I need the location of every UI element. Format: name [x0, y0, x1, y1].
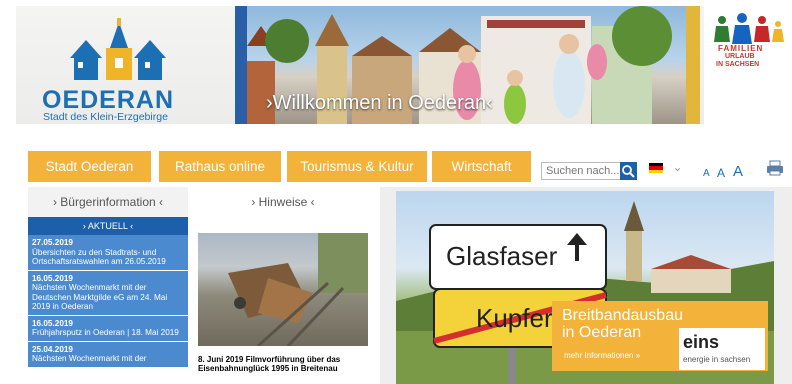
family-logo-line2: URLAUB [725, 53, 755, 60]
sign-kupfer: Kupfer [476, 303, 553, 333]
buergerinformation-column: › Bürgerinformation ‹ › AKTUELL ‹ 27.05.… [28, 187, 188, 384]
nav-rathaus-online[interactable]: Rathaus online [159, 151, 281, 182]
train-accident-photo[interactable] [198, 233, 368, 346]
font-size-medium-button[interactable]: A [717, 166, 725, 180]
header-stripe [235, 6, 247, 124]
arrow-up-icon [567, 233, 587, 261]
font-size-large-button[interactable]: A [733, 163, 743, 180]
news-list: 27.05.2019 Übersichten zu den Stadtrats-… [28, 235, 188, 368]
german-flag-icon[interactable] [649, 163, 663, 173]
more-info-link[interactable]: mehr Informationen » [564, 351, 640, 360]
hinweise-caption[interactable]: 8. Juni 2019 Filmvorführung über das Eis… [198, 355, 373, 373]
nav-stadt-oederan[interactable]: Stadt Oederan [28, 151, 151, 182]
breitband-title-line2: in Oederan [562, 324, 642, 341]
header-stripe-yellow [686, 6, 700, 124]
eins-logo-text: eins [683, 332, 720, 352]
news-text: Nächsten Wochenmarkt mit der Deutschen M… [32, 283, 168, 311]
news-text: Frühjahrsputz in Oederan | 18. Mai 2019 [32, 328, 179, 337]
news-date: 25.04.2019 [32, 344, 73, 354]
search-icon [622, 165, 635, 178]
list-item[interactable]: 27.05.2019 Übersichten zu den Stadtrats-… [28, 235, 188, 271]
news-date: 16.05.2019 [32, 318, 73, 328]
nav-wirtschaft[interactable]: Wirtschaft [432, 151, 531, 182]
list-item[interactable]: 16.05.2019 Nächsten Wochenmarkt mit der … [28, 270, 188, 316]
print-icon[interactable] [766, 160, 784, 176]
family-figures-icon [714, 13, 784, 44]
news-text: Nächsten Wochenmarkt mit der [32, 354, 147, 363]
town-subtitle: Stadt des Klein-Erzgebirge [43, 111, 168, 123]
site-header: OEDERAN Stadt des Klein-Erzgebirge ›Will… [16, 6, 792, 124]
news-date: 27.05.2019 [32, 238, 73, 247]
family-logo-line1: FAMILIEN [718, 44, 764, 53]
sign-glasfaser: Glasfaser [446, 241, 558, 271]
oederan-logo[interactable]: OEDERAN Stadt des Klein-Erzgebirge [38, 18, 208, 123]
welcome-heading: ›Willkommen in Oederan‹ [266, 92, 493, 114]
castle-icon [70, 18, 166, 80]
nav-tourismus-kultur[interactable]: Tourismus & Kultur [287, 151, 427, 182]
font-size-small-button[interactable]: A [703, 168, 710, 179]
tab-buergerinformation[interactable]: › Bürgerinformation ‹ [28, 187, 188, 217]
aktuell-header: › AKTUELL ‹ [28, 217, 188, 235]
news-date: 16.05.2019 [32, 273, 73, 283]
eins-logo-subtitle: energie in sachsen [683, 355, 751, 364]
family-logo-line3: IN SACHSEN [716, 61, 760, 68]
tab-hinweise[interactable]: › Hinweise ‹ [188, 187, 378, 217]
search-button[interactable] [620, 162, 637, 180]
list-item[interactable]: 25.04.2019 Nächsten Wochenmarkt mit der [28, 341, 188, 368]
breitband-title-line1: Breitbandausbau [562, 307, 683, 324]
familienurlaub-logo[interactable]: FAMILIEN URLAUB IN SACHSEN [704, 6, 792, 124]
news-text: Übersichten zu den Stadtrats- und Ortsch… [32, 247, 166, 267]
language-dropdown-chevron-icon[interactable]: ⌄ [669, 160, 686, 178]
list-item[interactable]: 16.05.2019 Frühjahrsputz in Oederan | 18… [28, 315, 188, 342]
